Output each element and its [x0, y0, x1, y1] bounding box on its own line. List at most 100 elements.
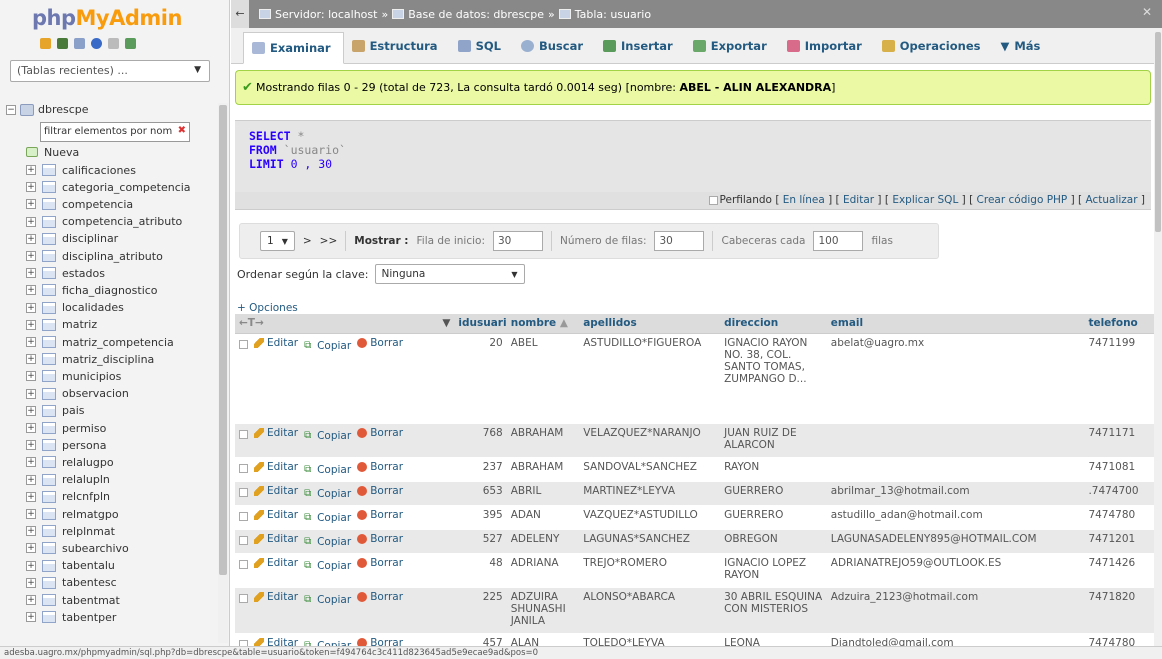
show-button[interactable]: Mostrar : — [354, 235, 408, 247]
tree-filter-input[interactable]: filtrar elementos por nom ✖ — [40, 122, 190, 142]
cell-direccion[interactable]: LEONA — [720, 633, 827, 646]
cell-idusuario[interactable]: 225 — [454, 587, 507, 634]
expand-icon[interactable]: + — [26, 526, 36, 537]
cell-apellidos[interactable]: VELAZQUEZ*NARANJO — [579, 423, 721, 458]
tree-item-table[interactable]: + matriz_competencia — [26, 334, 174, 350]
row-checkbox[interactable] — [239, 594, 248, 603]
tree-item-table[interactable]: + relcnfpln — [26, 489, 110, 505]
tree-item-table[interactable]: + relmatgpo — [26, 506, 119, 522]
delete-button[interactable]: Borrar — [357, 427, 403, 439]
cell-idusuario[interactable]: 395 — [454, 505, 507, 530]
edit-button[interactable]: Editar — [254, 337, 298, 349]
cell-apellidos[interactable]: LAGUNAS*SANCHEZ — [579, 529, 721, 554]
tree-item-table[interactable]: + disciplinar — [26, 231, 118, 247]
reload-icon[interactable] — [125, 38, 136, 49]
cell-telefono[interactable]: 7474780 — [1084, 633, 1162, 646]
link-edit[interactable]: Editar — [843, 194, 874, 206]
cell-idusuario[interactable]: 653 — [454, 481, 507, 506]
expand-icon[interactable]: + — [26, 560, 36, 571]
cell-apellidos[interactable]: TOLEDO*LEYVA — [579, 633, 721, 646]
expand-icon[interactable]: + — [26, 302, 36, 313]
expand-icon[interactable]: + — [26, 423, 36, 433]
tree-item-table[interactable]: + tabentper — [26, 609, 116, 625]
main-scrollbar[interactable] — [1154, 28, 1162, 646]
expand-icon[interactable]: + — [26, 337, 36, 347]
row-checkbox[interactable] — [239, 488, 248, 497]
copy-button[interactable]: ⧉ Copiar — [304, 488, 351, 500]
header-telefono[interactable]: telefono — [1084, 314, 1162, 334]
back-arrow-icon[interactable]: ← — [231, 0, 249, 28]
docs-icon[interactable] — [108, 38, 119, 49]
close-icon[interactable]: ✕ — [1142, 5, 1152, 19]
copy-button[interactable]: ⧉ Copiar — [304, 430, 351, 442]
cell-telefono[interactable]: 7471426 — [1084, 553, 1162, 588]
edit-button[interactable]: Editar — [254, 427, 298, 439]
tree-item-table[interactable]: + subearchivo — [26, 540, 129, 556]
cell-nombre[interactable]: ALAN — [506, 633, 580, 646]
page-select[interactable]: 1 ▼ — [260, 231, 295, 251]
cell-email[interactable]: abelat@uagro.mx — [826, 333, 1085, 424]
header-direccion[interactable]: direccion — [720, 314, 827, 334]
expand-icon[interactable]: + — [26, 165, 36, 175]
logout-icon[interactable] — [57, 38, 68, 49]
cell-apellidos[interactable]: SANDOVAL*SANCHEZ — [579, 457, 721, 482]
tree-item-table[interactable]: + tabentesc — [26, 575, 117, 591]
header-nombre[interactable]: nombre ▲ — [506, 314, 580, 334]
tree-item-table[interactable]: + relplnmat — [26, 523, 115, 539]
cell-nombre[interactable]: ADRIANA — [506, 553, 580, 588]
breadcrumb-database[interactable]: Base de datos: dbrescpe — [408, 8, 544, 21]
column-arrows-icon[interactable]: ←T→ — [239, 317, 264, 329]
cell-direccion[interactable]: JUAN RUIZ DE ALARCON — [720, 423, 827, 458]
expand-icon[interactable]: + — [26, 577, 36, 588]
tree-item-table[interactable]: + municipios — [26, 368, 121, 384]
help-icon[interactable] — [91, 38, 102, 49]
cell-nombre[interactable]: ABRAHAM — [506, 423, 580, 458]
expand-icon[interactable]: + — [26, 268, 36, 279]
cell-telefono[interactable]: 7471820 — [1084, 587, 1162, 634]
delete-button[interactable]: Borrar — [357, 509, 403, 521]
expand-icon[interactable]: + — [26, 285, 36, 296]
cell-email[interactable]: Diandtoled@gmail.com — [826, 633, 1085, 646]
tree-item-table[interactable]: + matriz — [26, 317, 97, 333]
tree-item-table[interactable]: + estados — [26, 265, 105, 281]
tree-item-table[interactable]: + observacion — [26, 386, 129, 402]
start-row-input[interactable]: 30 — [493, 231, 543, 251]
query-window-icon[interactable] — [74, 38, 85, 49]
profiling-checkbox[interactable] — [708, 195, 718, 205]
headers-every-input[interactable]: 100 — [813, 231, 864, 251]
row-checkbox[interactable] — [239, 536, 248, 545]
tree-item-table[interactable]: + ficha_diagnostico — [26, 282, 158, 298]
tab-sql[interactable]: SQL — [450, 31, 513, 61]
breadcrumb-server[interactable]: Servidor: localhost — [275, 8, 377, 21]
row-checkbox[interactable] — [239, 430, 248, 439]
copy-button[interactable]: ⧉ Copiar — [304, 512, 351, 524]
tab-insertar[interactable]: Insertar — [595, 31, 685, 61]
link-refresh[interactable]: Actualizar — [1085, 194, 1137, 206]
sort-key-select[interactable]: Ninguna ▼ — [374, 264, 525, 284]
row-checkbox[interactable] — [239, 512, 248, 521]
tab-examinar[interactable]: Examinar — [243, 31, 344, 64]
cell-idusuario[interactable]: 768 — [454, 423, 507, 458]
cell-idusuario[interactable]: 237 — [454, 457, 507, 482]
cell-idusuario[interactable]: 20 — [454, 333, 507, 424]
cell-apellidos[interactable]: VAZQUEZ*ASTUDILLO — [579, 505, 721, 530]
expand-icon[interactable]: + — [26, 595, 36, 605]
tree-item-table[interactable]: + relalupln — [26, 472, 110, 488]
cell-direccion[interactable]: OBREGON — [720, 529, 827, 554]
cell-telefono[interactable]: 7471171 — [1084, 423, 1162, 458]
expand-icon[interactable]: + — [26, 405, 36, 416]
cell-telefono[interactable]: 7471201 — [1084, 529, 1162, 554]
link-create-php[interactable]: Crear código PHP — [977, 194, 1068, 206]
expand-icon[interactable]: + — [26, 509, 36, 519]
cell-direccion[interactable]: 30 ABRIL ESQUINA CON MISTERIOS — [720, 587, 827, 634]
expand-icon[interactable]: + — [26, 199, 36, 210]
cell-nombre[interactable]: ADELENY — [506, 529, 580, 554]
tree-item-table[interactable]: + permiso — [26, 420, 106, 436]
tree-item-table[interactable]: + tabentalu — [26, 558, 115, 574]
expand-icon[interactable]: + — [26, 354, 36, 365]
header-idusuario[interactable]: idusuario — [454, 314, 507, 334]
cell-idusuario[interactable]: 457 — [454, 633, 507, 646]
expand-icon[interactable]: + — [26, 388, 36, 399]
tree-item-new[interactable]: Nueva — [26, 144, 79, 160]
expand-icon[interactable]: + — [26, 251, 36, 261]
